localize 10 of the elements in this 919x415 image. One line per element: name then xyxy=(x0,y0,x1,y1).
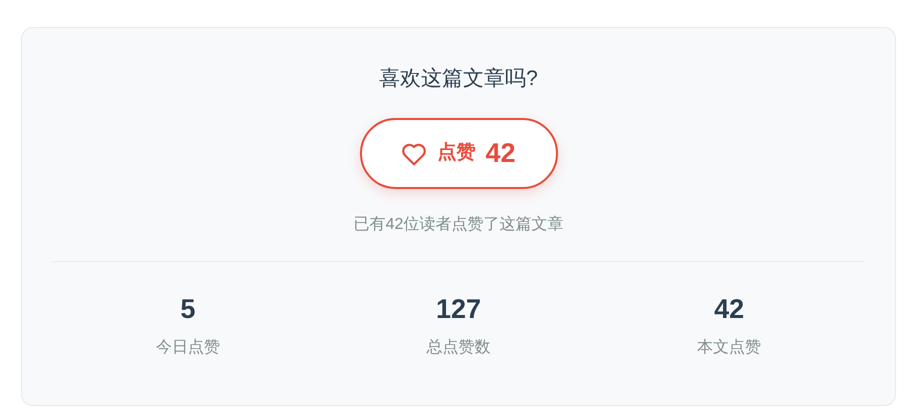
stat-value: 5 xyxy=(180,293,196,326)
stat-value: 42 xyxy=(714,293,744,326)
card-title: 喜欢这篇文章吗? xyxy=(379,66,538,92)
stat-label: 本文点赞 xyxy=(697,338,762,358)
stat-label: 总点赞数 xyxy=(426,338,490,358)
stat-label: 今日点赞 xyxy=(156,338,220,358)
like-summary: 已有42位读者点赞了这篇文章 xyxy=(354,214,564,235)
like-button[interactable]: 点赞 42 xyxy=(360,118,558,189)
heart-icon xyxy=(401,142,428,166)
stat-value: 127 xyxy=(436,293,482,326)
